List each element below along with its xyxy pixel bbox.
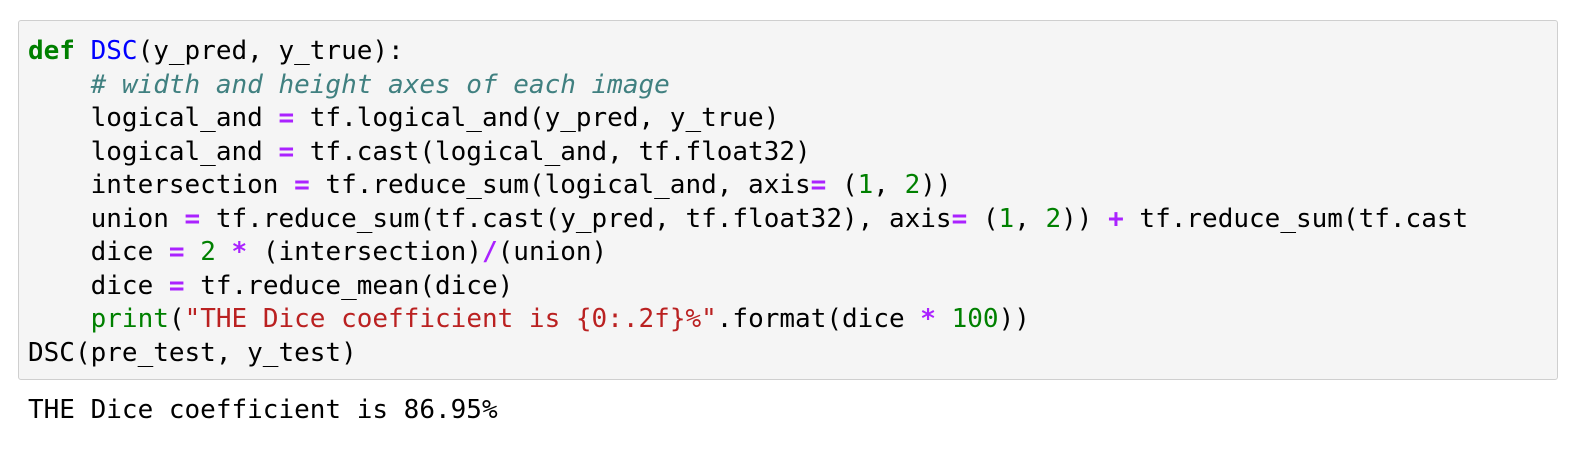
code-token: = [294, 170, 310, 200]
code-token: logical_and [28, 103, 279, 133]
code-token: def [28, 36, 75, 66]
code-token: * [920, 304, 936, 334]
code-token: tf.reduce_sum(tf.cast [1123, 203, 1469, 234]
code-token: , [1014, 203, 1046, 234]
code-token: = [278, 136, 295, 167]
code-line: print("THE Dice coefficient is {0:.2f}%"… [28, 303, 1468, 337]
code-editor[interactable]: def DSC(y_pred, y_true): # width and hei… [28, 35, 1468, 370]
code-cell-input[interactable]: def DSC(y_pred, y_true): # width and hei… [18, 20, 1558, 380]
code-token: tf.reduce_sum(logical_and, axis [309, 170, 811, 200]
code-token: intersection [28, 170, 295, 200]
code-token: ( [967, 203, 999, 234]
code-token: (union) [497, 237, 608, 267]
code-token: = [168, 270, 185, 301]
code-line: dice = 2 * (intersection)/(union) [28, 236, 1468, 270]
code-token: ( [168, 304, 185, 334]
code-token: 1 [998, 203, 1015, 234]
code-token: tf.cast(logical_and, tf.float32) [294, 136, 811, 167]
code-token: tf.logical_and(y_pred, y_true) [294, 103, 780, 133]
code-token: (y_pred, y_true): [137, 36, 404, 66]
code-token: , [873, 170, 905, 200]
code-token: tf.reduce_mean(dice) [184, 270, 514, 301]
code-token: 1 [857, 170, 874, 200]
code-token: / [481, 237, 498, 267]
code-token: DSC [90, 36, 138, 66]
code-token: = [951, 203, 968, 234]
code-token: dice [28, 237, 169, 267]
code-line: intersection = tf.reduce_sum(logical_and… [28, 169, 1468, 203]
code-line: union = tf.reduce_sum(tf.cast(y_pred, tf… [28, 203, 1469, 237]
code-token: logical_and [28, 136, 279, 167]
code-token: # width and height axes of each image [90, 69, 670, 100]
code-token: = [278, 103, 295, 133]
code-token: DSC(pre_test, y_test) [28, 337, 357, 368]
code-token: (intersection) [247, 237, 482, 267]
code-token: union [28, 203, 185, 234]
code-token: )) [1061, 203, 1109, 234]
code-line: def DSC(y_pred, y_true): [28, 35, 1468, 69]
code-line: dice = tf.reduce_mean(dice) [28, 270, 1468, 304]
code-token: 100 [951, 304, 999, 334]
code-token: + [1108, 203, 1124, 234]
code-token: tf.reduce_sum(tf.cast(y_pred, tf.float32… [200, 203, 952, 234]
code-token: = [168, 237, 185, 267]
code-line: logical_and = tf.logical_and(y_pred, y_t… [28, 102, 1468, 136]
code-token: .format(dice [716, 304, 921, 334]
code-token: 2 [200, 237, 216, 267]
code-line: DSC(pre_test, y_test) [28, 337, 1468, 371]
code-line: # width and height axes of each image [28, 69, 1468, 103]
code-token: ( [826, 170, 858, 200]
code-token: = [184, 203, 201, 234]
code-token: * [231, 237, 248, 267]
code-token: dice [28, 270, 169, 301]
code-token: 2 [904, 170, 921, 200]
code-token: "THE Dice coefficient is {0:.2f}%" [184, 304, 717, 334]
code-token: )) [920, 170, 952, 200]
cell-output-text: THE Dice coefficient is 86.95% [28, 395, 498, 425]
code-line: logical_and = tf.cast(logical_and, tf.fl… [28, 136, 1468, 170]
code-token: print [90, 304, 169, 334]
code-token: = [810, 170, 827, 200]
code-token: )) [998, 304, 1030, 334]
code-token: 2 [1045, 203, 1062, 234]
